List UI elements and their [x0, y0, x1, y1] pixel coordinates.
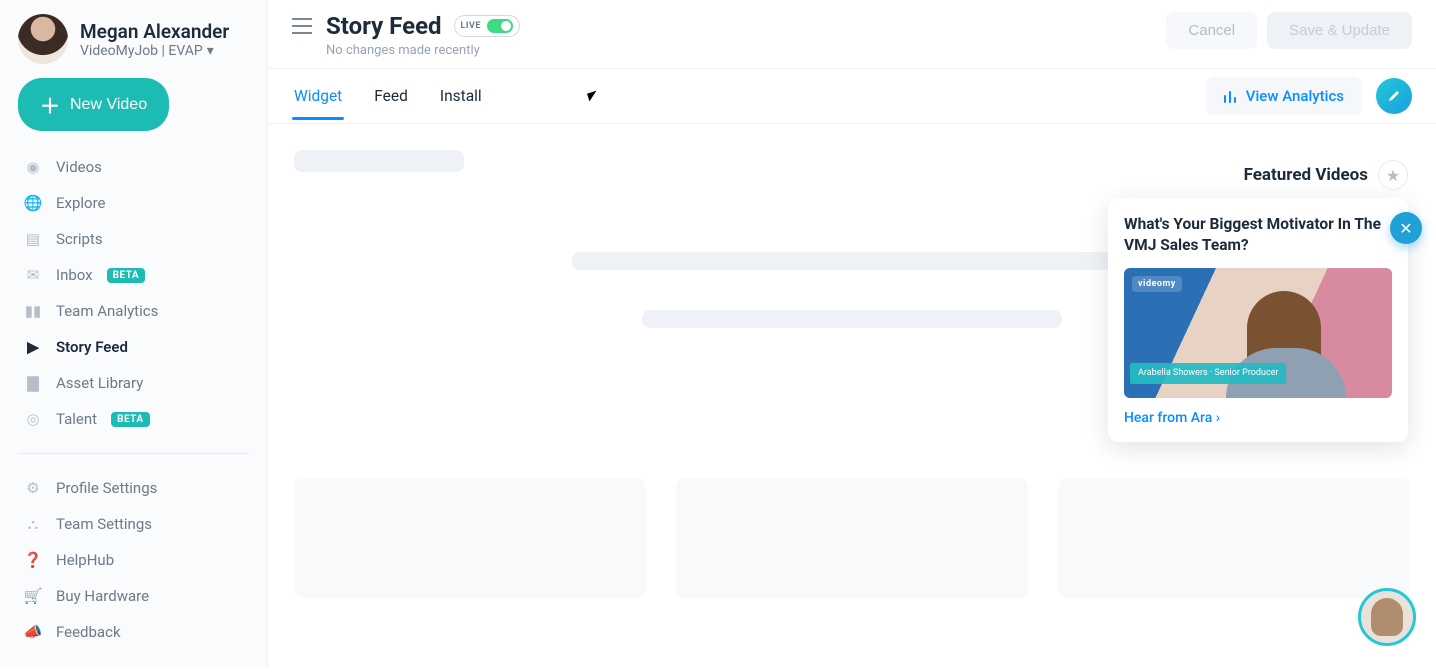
beta-badge: BETA	[111, 412, 150, 427]
cart-icon: 🛒	[24, 587, 42, 605]
tab-widget[interactable]: Widget	[292, 73, 344, 119]
nav-label: Feedback	[56, 623, 121, 641]
user-avatar	[18, 14, 68, 64]
nav-item-scripts[interactable]: ▤ Scripts	[18, 221, 249, 257]
skeleton-card	[676, 478, 1028, 598]
secondary-nav: ⚙ Profile Settings ⛬ Team Settings ❓ Hel…	[18, 470, 249, 650]
featured-video-title: What's Your Biggest Motivator In The VMJ…	[1124, 214, 1392, 256]
live-toggle[interactable]: LIVE	[454, 15, 520, 37]
nav-label: Scripts	[56, 230, 103, 248]
nav-label: Videos	[56, 158, 102, 176]
new-video-label: New Video	[70, 96, 147, 114]
user-display-name: Megan Alexander	[80, 20, 229, 43]
nav-item-explore[interactable]: 🌐 Explore	[18, 185, 249, 221]
nav-label: Team Analytics	[56, 302, 158, 320]
feed-icon: ▶	[24, 338, 42, 356]
skeleton-loader	[294, 150, 464, 172]
chart-icon: ▮▮	[24, 302, 42, 320]
bar-chart-icon	[1224, 89, 1238, 103]
sidebar-toggle-button[interactable]	[292, 18, 312, 38]
plus-icon: ＋	[40, 90, 60, 119]
nav-label: Buy Hardware	[56, 587, 149, 605]
nav-item-team-analytics[interactable]: ▮▮ Team Analytics	[18, 293, 249, 329]
tab-feed[interactable]: Feed	[372, 73, 410, 119]
star-icon: ★	[1386, 166, 1400, 185]
close-panel-button[interactable]: ✕	[1390, 212, 1422, 244]
close-icon: ✕	[1399, 219, 1412, 238]
tab-install[interactable]: Install	[438, 73, 484, 119]
target-icon: ◎	[24, 410, 42, 428]
featured-videos-panel: Featured Videos ★ What's Your Biggest Mo…	[1108, 160, 1408, 442]
nav-item-asset-library[interactable]: ▇ Asset Library	[18, 365, 249, 401]
script-icon: ▤	[24, 230, 42, 248]
cancel-button[interactable]: Cancel	[1166, 12, 1257, 49]
megaphone-icon: 📣	[24, 623, 42, 641]
brand-tag: videomy	[1132, 276, 1182, 292]
nav-item-helphub[interactable]: ❓ HelpHub	[18, 542, 249, 578]
page-title: Story Feed	[326, 12, 442, 40]
lower-third-label: Arabella Showers · Senior Producer	[1130, 363, 1286, 384]
sidebar: Megan Alexander VideoMyJob | EVAP ▾ ＋ Ne…	[0, 0, 268, 668]
eye-icon: ◉	[24, 158, 42, 176]
avatar-icon	[1371, 598, 1403, 636]
nav-item-buy-hardware[interactable]: 🛒 Buy Hardware	[18, 578, 249, 614]
folder-icon: ▇	[24, 374, 42, 392]
page-header: Story Feed LIVE No changes made recently…	[268, 0, 1436, 69]
nav-label: Asset Library	[56, 374, 143, 392]
user-org-label: VideoMyJob | EVAP	[80, 43, 203, 59]
live-label: LIVE	[461, 21, 481, 31]
nav-item-talent[interactable]: ◎ Talent BETA	[18, 401, 249, 437]
gear-icon: ⚙	[24, 479, 42, 497]
chat-launcher[interactable]	[1358, 588, 1416, 646]
primary-nav: ◉ Videos 🌐 Explore ▤ Scripts ✉ Inbox BET…	[18, 149, 249, 437]
chevron-down-icon: ▾	[207, 43, 214, 59]
nav-item-inbox[interactable]: ✉ Inbox BETA	[18, 257, 249, 293]
nav-item-feedback[interactable]: 📣 Feedback	[18, 614, 249, 650]
nav-label: Team Settings	[56, 515, 152, 533]
skeleton-loader	[642, 310, 1062, 328]
toggle-switch-icon	[487, 19, 513, 33]
nav-label: HelpHub	[56, 551, 114, 569]
nav-label: Profile Settings	[56, 479, 157, 497]
skeleton-card	[1058, 478, 1410, 598]
view-analytics-label: View Analytics	[1246, 87, 1344, 105]
featured-video-card[interactable]: What's Your Biggest Motivator In The VMJ…	[1108, 198, 1408, 442]
nav-label: Story Feed	[56, 338, 128, 356]
pencil-icon	[1387, 89, 1401, 103]
help-icon: ❓	[24, 551, 42, 569]
nav-item-team-settings[interactable]: ⛬ Team Settings	[18, 506, 249, 542]
featured-video-link[interactable]: Hear from Ara	[1124, 410, 1392, 426]
new-video-button[interactable]: ＋ New Video	[18, 78, 169, 131]
org-switcher[interactable]: VideoMyJob | EVAP ▾	[80, 43, 229, 59]
nav-item-videos[interactable]: ◉ Videos	[18, 149, 249, 185]
edit-button[interactable]	[1376, 78, 1412, 114]
favorite-button[interactable]: ★	[1378, 160, 1408, 190]
save-update-button[interactable]: Save & Update	[1267, 12, 1412, 49]
nav-item-story-feed[interactable]: ▶ Story Feed	[18, 329, 249, 365]
skeleton-card	[294, 478, 646, 598]
skeleton-loader	[572, 252, 1132, 270]
nav-label: Inbox	[56, 266, 93, 284]
page-subtitle: No changes made recently	[326, 43, 520, 58]
featured-video-thumbnail[interactable]: videomy Arabella Showers · Senior Produc…	[1124, 268, 1392, 398]
main-area: Story Feed LIVE No changes made recently…	[268, 0, 1436, 668]
sidebar-divider	[18, 453, 249, 454]
nav-label: Explore	[56, 194, 106, 212]
featured-videos-title: Featured Videos	[1244, 165, 1368, 185]
beta-badge: BETA	[107, 268, 146, 283]
nav-item-profile-settings[interactable]: ⚙ Profile Settings	[18, 470, 249, 506]
mail-icon: ✉	[24, 266, 42, 284]
nav-label: Talent	[56, 410, 97, 428]
people-icon: ⛬	[24, 515, 42, 533]
tab-bar: Widget Feed Install View Analytics	[268, 69, 1436, 124]
globe-icon: 🌐	[24, 194, 42, 212]
view-analytics-button[interactable]: View Analytics	[1206, 77, 1362, 115]
user-profile-row[interactable]: Megan Alexander VideoMyJob | EVAP ▾	[18, 14, 249, 64]
